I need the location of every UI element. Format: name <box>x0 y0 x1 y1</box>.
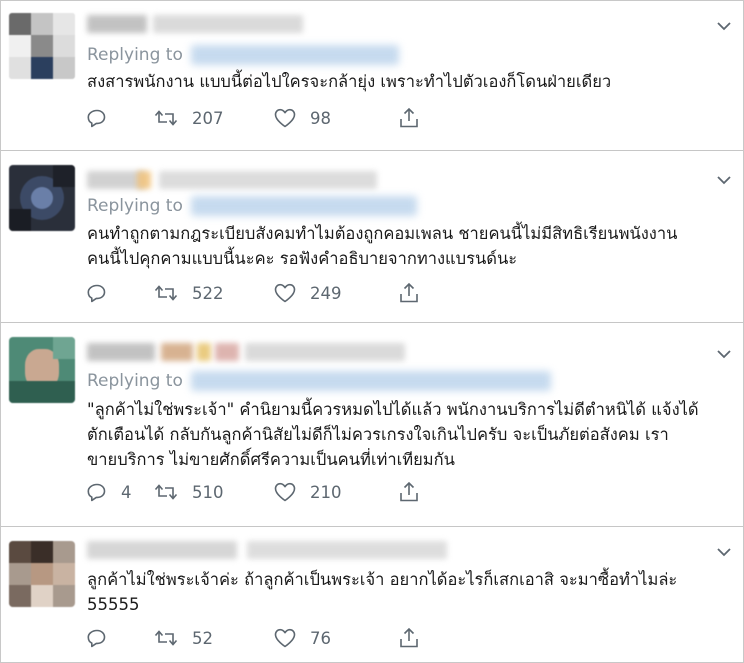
tweet-text: "ลูกค้าไม่ใช่พระเจ้า" คำนิยามนี้ควรหมดไป… <box>87 400 699 469</box>
chevron-down-icon[interactable] <box>715 171 733 189</box>
reply-icon <box>87 483 106 502</box>
username-redacted[interactable] <box>245 343 405 361</box>
emoji-redacted <box>197 343 211 361</box>
retweet-button[interactable]: 522 <box>154 283 274 303</box>
replying-to-handle-redacted[interactable] <box>190 196 417 216</box>
heart-icon <box>274 283 296 303</box>
emoji-redacted <box>137 171 151 189</box>
tweet-text: สงสารพนักงาน แบบนี้ต่อไปใครจะกล้ายุ่ง เพ… <box>87 72 612 91</box>
replying-to: Replying to <box>87 194 417 218</box>
share-icon <box>400 107 418 128</box>
share-button[interactable] <box>398 107 420 129</box>
replying-to: Replying to <box>87 369 551 393</box>
like-count: 98 <box>310 108 331 128</box>
heart-icon <box>274 108 296 128</box>
replying-to: Replying to <box>87 43 399 67</box>
reply-icon <box>87 109 106 128</box>
tweet-actions: 207 98 <box>87 107 420 129</box>
reply-icon <box>87 629 106 648</box>
tweet-thread: Replying to สงสารพนักงาน แบบนี้ต่อไปใครจ… <box>0 0 744 663</box>
tweet-actions: 52 76 <box>87 627 420 649</box>
avatar[interactable] <box>9 13 75 79</box>
retweet-count: 510 <box>192 482 224 502</box>
retweet-icon <box>154 630 178 646</box>
retweet-icon <box>154 285 178 301</box>
tweet-text: ลูกค้าไม่ใช่พระเจ้าค่ะ ถ้าลูกค้าเป็นพระเ… <box>87 570 678 614</box>
avatar[interactable] <box>9 541 75 607</box>
replying-to-label: Replying to <box>87 371 183 391</box>
tweet-text: คนทำถูกตามกฎระเบียบสังคมทำไมต้องถูกคอมเพ… <box>87 224 678 268</box>
reply-count: 4 <box>121 482 132 502</box>
emoji-redacted <box>215 343 239 361</box>
display-name-redacted[interactable] <box>87 343 155 361</box>
retweet-count: 207 <box>192 108 224 128</box>
replying-to-label: Replying to <box>87 196 183 216</box>
like-button[interactable]: 249 <box>274 283 398 303</box>
username-redacted[interactable] <box>159 171 377 189</box>
reply-button[interactable] <box>87 628 154 648</box>
reply-button[interactable]: 4 <box>87 482 154 502</box>
retweet-count: 52 <box>192 628 213 648</box>
tweet-2[interactable]: Replying to คนทำถูกตามกฎระเบียบสังคมทำไม… <box>1 151 743 323</box>
chevron-down-icon[interactable] <box>715 17 733 35</box>
retweet-button[interactable]: 52 <box>154 628 274 648</box>
emoji-redacted <box>161 343 193 361</box>
tweet-actions: 522 249 <box>87 282 420 304</box>
like-count: 249 <box>310 283 342 303</box>
share-button[interactable] <box>398 627 420 649</box>
replying-to-handle-redacted[interactable] <box>190 371 551 391</box>
tweet-3[interactable]: Replying to "ลูกค้าไม่ใช่พระเจ้า" คำนิยา… <box>1 323 743 527</box>
tweet-4[interactable]: ลูกค้าไม่ใช่พระเจ้าค่ะ ถ้าลูกค้าเป็นพระเ… <box>1 527 743 662</box>
heart-icon <box>274 482 296 502</box>
reply-button[interactable] <box>87 283 154 303</box>
like-count: 210 <box>310 482 342 502</box>
retweet-icon <box>154 110 178 126</box>
chevron-down-icon[interactable] <box>715 345 733 363</box>
replying-to-label: Replying to <box>87 45 183 65</box>
share-icon <box>400 282 418 303</box>
retweet-button[interactable]: 207 <box>154 108 274 128</box>
username-redacted[interactable] <box>247 541 447 559</box>
avatar[interactable] <box>9 165 75 231</box>
share-icon <box>400 481 418 502</box>
reply-icon <box>87 284 106 303</box>
replying-to-handle-redacted[interactable] <box>190 45 399 65</box>
share-button[interactable] <box>398 282 420 304</box>
tweet-1[interactable]: Replying to สงสารพนักงาน แบบนี้ต่อไปใครจ… <box>1 1 743 151</box>
retweet-button[interactable]: 510 <box>154 482 274 502</box>
tweet-actions: 4 510 210 <box>87 481 420 503</box>
username-redacted[interactable] <box>153 15 303 33</box>
avatar[interactable] <box>9 337 75 403</box>
heart-icon <box>274 628 296 648</box>
display-name-redacted[interactable] <box>87 541 237 559</box>
share-button[interactable] <box>398 481 420 503</box>
display-name-redacted[interactable] <box>87 15 147 33</box>
reply-button[interactable] <box>87 108 154 128</box>
like-button[interactable]: 210 <box>274 482 398 502</box>
like-button[interactable]: 98 <box>274 108 398 128</box>
chevron-down-icon[interactable] <box>715 543 733 561</box>
share-icon <box>400 627 418 648</box>
retweet-count: 522 <box>192 283 224 303</box>
like-count: 76 <box>310 628 331 648</box>
retweet-icon <box>154 484 178 500</box>
like-button[interactable]: 76 <box>274 628 398 648</box>
